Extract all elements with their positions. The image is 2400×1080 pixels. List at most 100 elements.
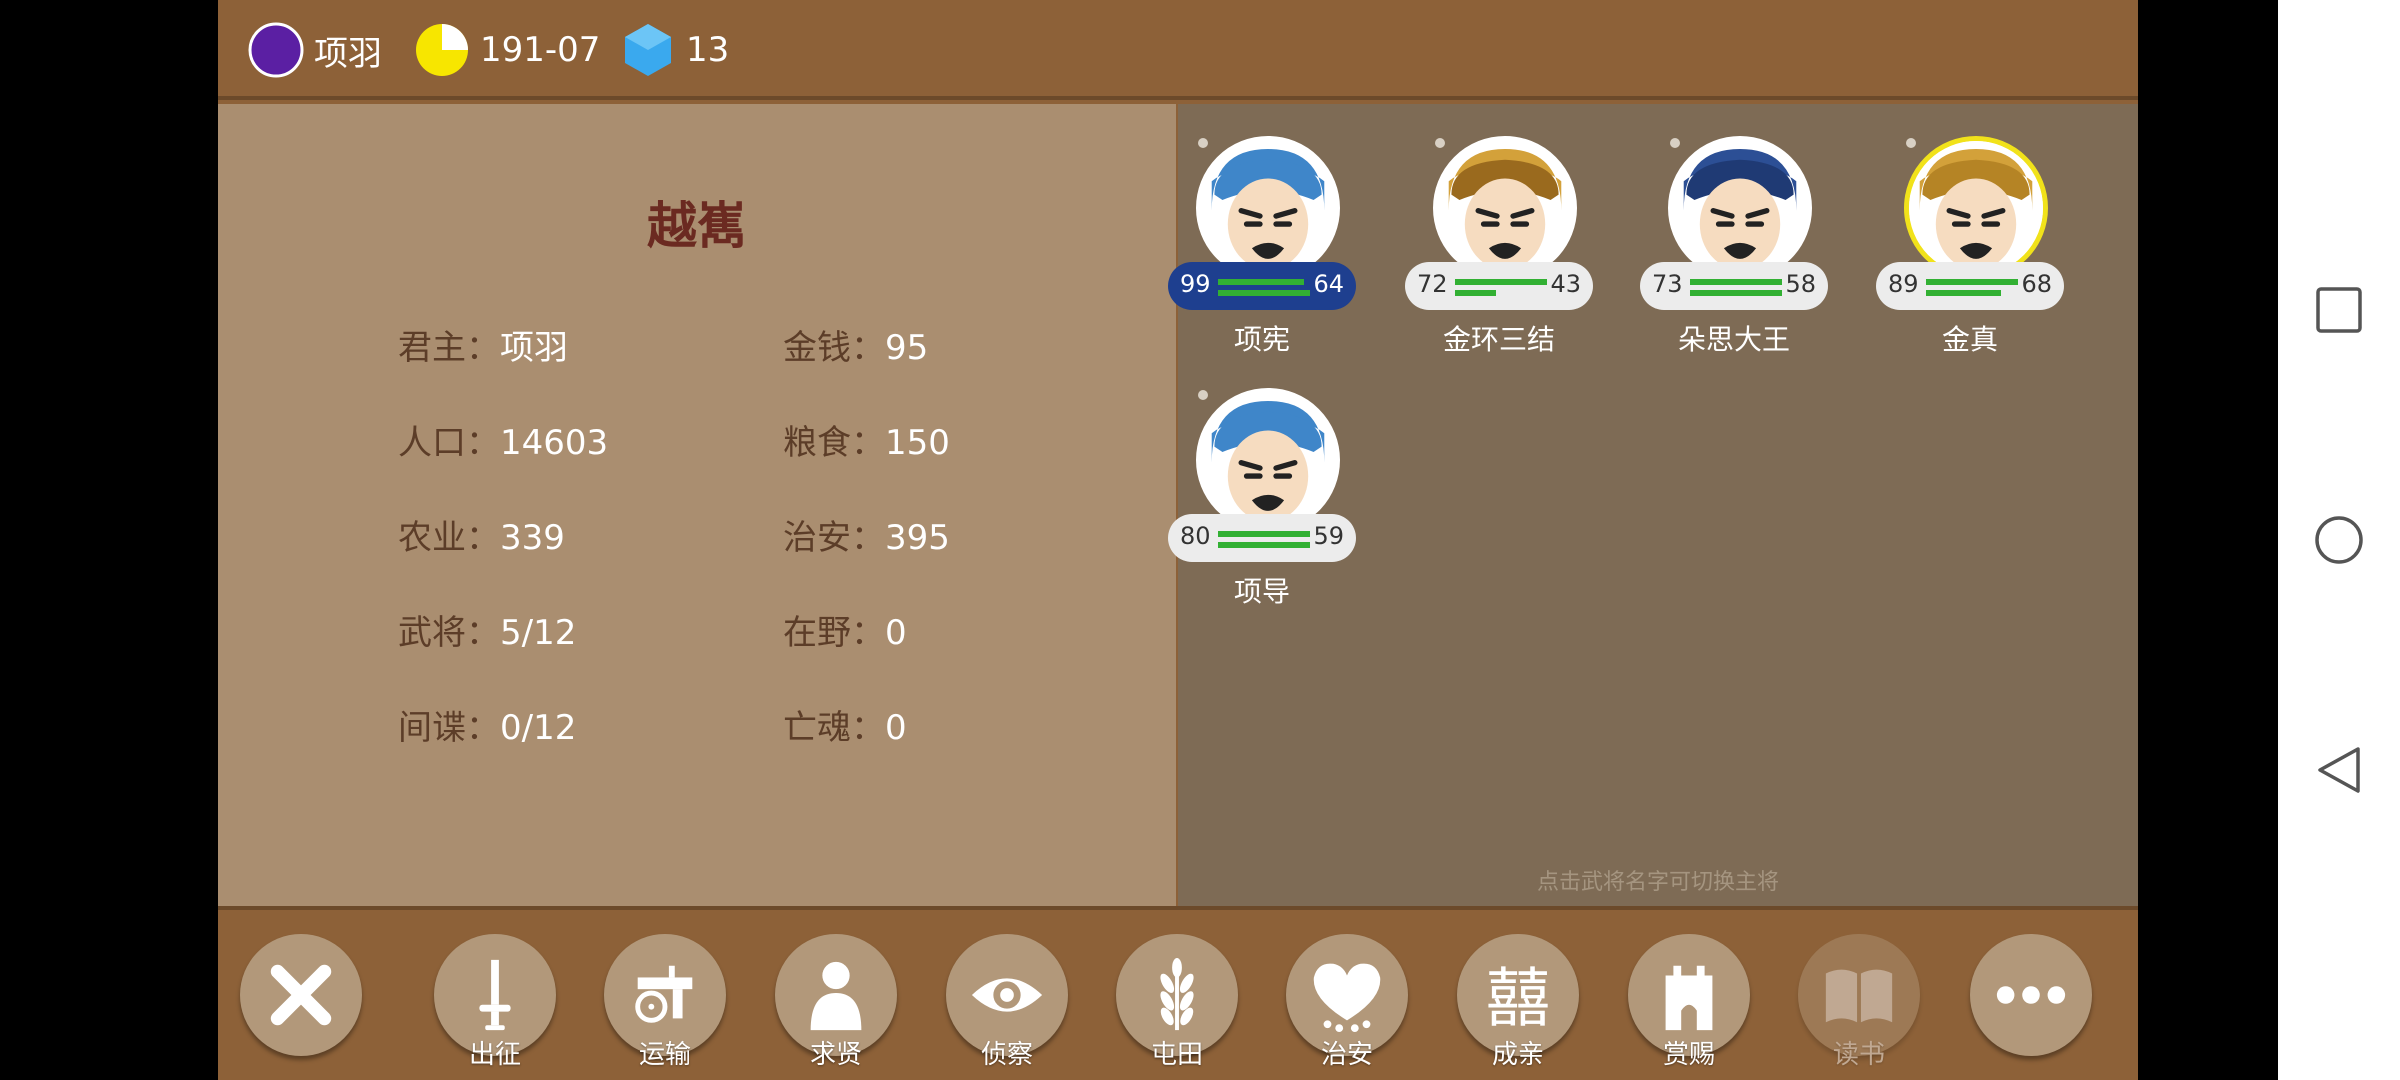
general-name[interactable]: 金真: [1876, 318, 2064, 358]
general-name[interactable]: 项宪: [1168, 318, 1356, 358]
hexagon-gem-icon: [625, 24, 671, 76]
general-portrait-icon: [1201, 393, 1335, 527]
toolbar-button[interactable]: 屯田: [1116, 934, 1238, 1070]
toolbar-button[interactable]: 囍成亲: [1457, 934, 1579, 1070]
stat-bar-bottom: [1218, 542, 1310, 548]
general-portrait[interactable]: [1668, 136, 1812, 280]
close-button[interactable]: [240, 934, 362, 1056]
field-label: 金钱：: [783, 328, 885, 368]
stat-bar-top: [1926, 279, 2018, 285]
city-field: 武将：5/12: [398, 605, 576, 654]
tower-icon: [1665, 965, 1713, 1031]
toolbar-button-label: 赏赐: [1662, 1040, 1715, 1070]
field-label: 亡魂：: [783, 708, 885, 748]
toolbar-button[interactable]: 侦察: [946, 934, 1068, 1070]
general-portrait-icon: [1438, 141, 1572, 275]
back-triangle-icon[interactable]: [2314, 745, 2364, 795]
general-portrait-icon: [1673, 141, 1807, 275]
more-icon: [1996, 986, 2066, 1004]
city-field: 农业：339: [398, 510, 565, 559]
stat-left: 73: [1652, 270, 1683, 298]
date-text: 191-07: [480, 30, 601, 70]
general-card[interactable]: 99 64 项宪: [1168, 108, 1368, 356]
general-name[interactable]: 朵思大王: [1640, 318, 1828, 358]
field-label: 在野：: [783, 613, 885, 653]
field-value: 339: [500, 518, 565, 558]
toolbar-button-label: 治安: [1320, 1040, 1373, 1070]
field-value: 0: [885, 613, 907, 653]
stat-left: 99: [1180, 270, 1211, 298]
general-name[interactable]: 项导: [1168, 570, 1356, 610]
toolbar-button[interactable]: 求贤: [775, 934, 897, 1070]
toolbar-button[interactable]: 运输: [604, 934, 726, 1070]
toolbar-button[interactable]: 赏赐: [1628, 934, 1750, 1070]
toolbar-button[interactable]: 读书: [1798, 934, 1920, 1070]
general-portrait[interactable]: [1196, 136, 1340, 280]
stat-right: 64: [1313, 270, 1344, 298]
stat-bar-top: [1218, 531, 1310, 537]
city-field: 在野：0: [783, 605, 907, 654]
general-portrait[interactable]: [1904, 136, 2048, 280]
city-field: 人口：14603: [398, 415, 608, 464]
lord-status: 项羽: [248, 22, 382, 78]
field-value: 150: [885, 423, 950, 463]
general-portrait[interactable]: [1433, 136, 1577, 280]
city-name: 越嶲: [647, 197, 747, 255]
faction-color-icon: [248, 22, 304, 78]
general-card[interactable]: 89 68 金真: [1876, 108, 2076, 356]
book-icon: [1825, 969, 1893, 1023]
toolbar-button[interactable]: 出征: [434, 934, 556, 1070]
field-value: 0: [885, 708, 907, 748]
toolbar-button-label: 出征: [468, 1040, 521, 1070]
status-dot: [1435, 138, 1445, 148]
general-portrait[interactable]: [1196, 388, 1340, 532]
field-value: 5/12: [500, 613, 577, 653]
general-stats-pill: 89 68: [1876, 262, 2064, 310]
toolbar-button[interactable]: 治安: [1286, 934, 1408, 1070]
switch-general-hint: 点击武将名字可切换主将: [1536, 870, 1779, 895]
general-card[interactable]: 73 58 朵思大王: [1640, 108, 1840, 356]
field-value: 395: [885, 518, 950, 558]
city-field: 治安：395: [783, 510, 950, 559]
toolbar-button-label: 成亲: [1491, 1040, 1544, 1070]
city-field: 亡魂：0: [783, 700, 907, 749]
city-field: 君主：项羽: [398, 320, 568, 369]
stat-bar-top: [1218, 279, 1304, 285]
field-value: 14603: [500, 423, 609, 463]
stat-bar-bottom: [1690, 290, 1782, 296]
lord-name: 项羽: [314, 33, 382, 74]
general-card[interactable]: 72 43 金环三结: [1405, 108, 1605, 356]
general-stats-pill: 73 58: [1640, 262, 1828, 310]
home-circle-icon[interactable]: [2314, 515, 2364, 565]
city-field: 间谍：0/12: [398, 700, 576, 749]
stat-bar-top: [1455, 279, 1547, 285]
status-dot: [1198, 138, 1208, 148]
status-dot: [1670, 138, 1680, 148]
generals-panel: 99 64 项宪 72 43 金环三结 73 58 朵思大王 89 68 金真 80 59 项导 点击武将名…: [1168, 104, 2138, 906]
action-toolbar: 出征 运输 求贤 侦察 屯田 治安囍成亲 赏赐 读书: [218, 906, 2138, 1080]
general-card[interactable]: 80 59 项导: [1168, 360, 1368, 608]
general-name[interactable]: 金环三结: [1405, 318, 1593, 358]
stat-left: 89: [1888, 270, 1919, 298]
city-field: 粮食：150: [783, 415, 950, 464]
gem-count: 13: [686, 30, 730, 70]
stat-bar-top: [1690, 279, 1782, 285]
stat-bar-bottom: [1926, 290, 2001, 296]
general-portrait-icon: [1909, 141, 2043, 275]
recents-square-icon[interactable]: [2314, 285, 2364, 335]
status-bar: 项羽 191-07 13: [218, 0, 2138, 100]
status-dot: [1906, 138, 1916, 148]
android-nav-bar: [2278, 0, 2400, 1080]
field-label: 治安：: [783, 518, 885, 558]
toolbar-button-label: 屯田: [1150, 1040, 1203, 1070]
double-happiness-icon: 囍: [1486, 961, 1550, 1034]
stat-right: 68: [2021, 270, 2052, 298]
stat-bar-bottom: [1455, 290, 1496, 296]
toolbar-button-label: 求贤: [809, 1040, 862, 1070]
field-label: 人口：: [398, 423, 500, 463]
stat-right: 59: [1313, 522, 1344, 550]
toolbar-button-label: 读书: [1832, 1040, 1885, 1070]
game-screen: 项羽 191-07 13 越嶲 君主：项羽 金钱：95 人口：14603 粮食：150…: [218, 0, 2138, 1080]
general-stats-pill: 80 59: [1168, 514, 1356, 562]
more-button[interactable]: [1970, 934, 2092, 1056]
